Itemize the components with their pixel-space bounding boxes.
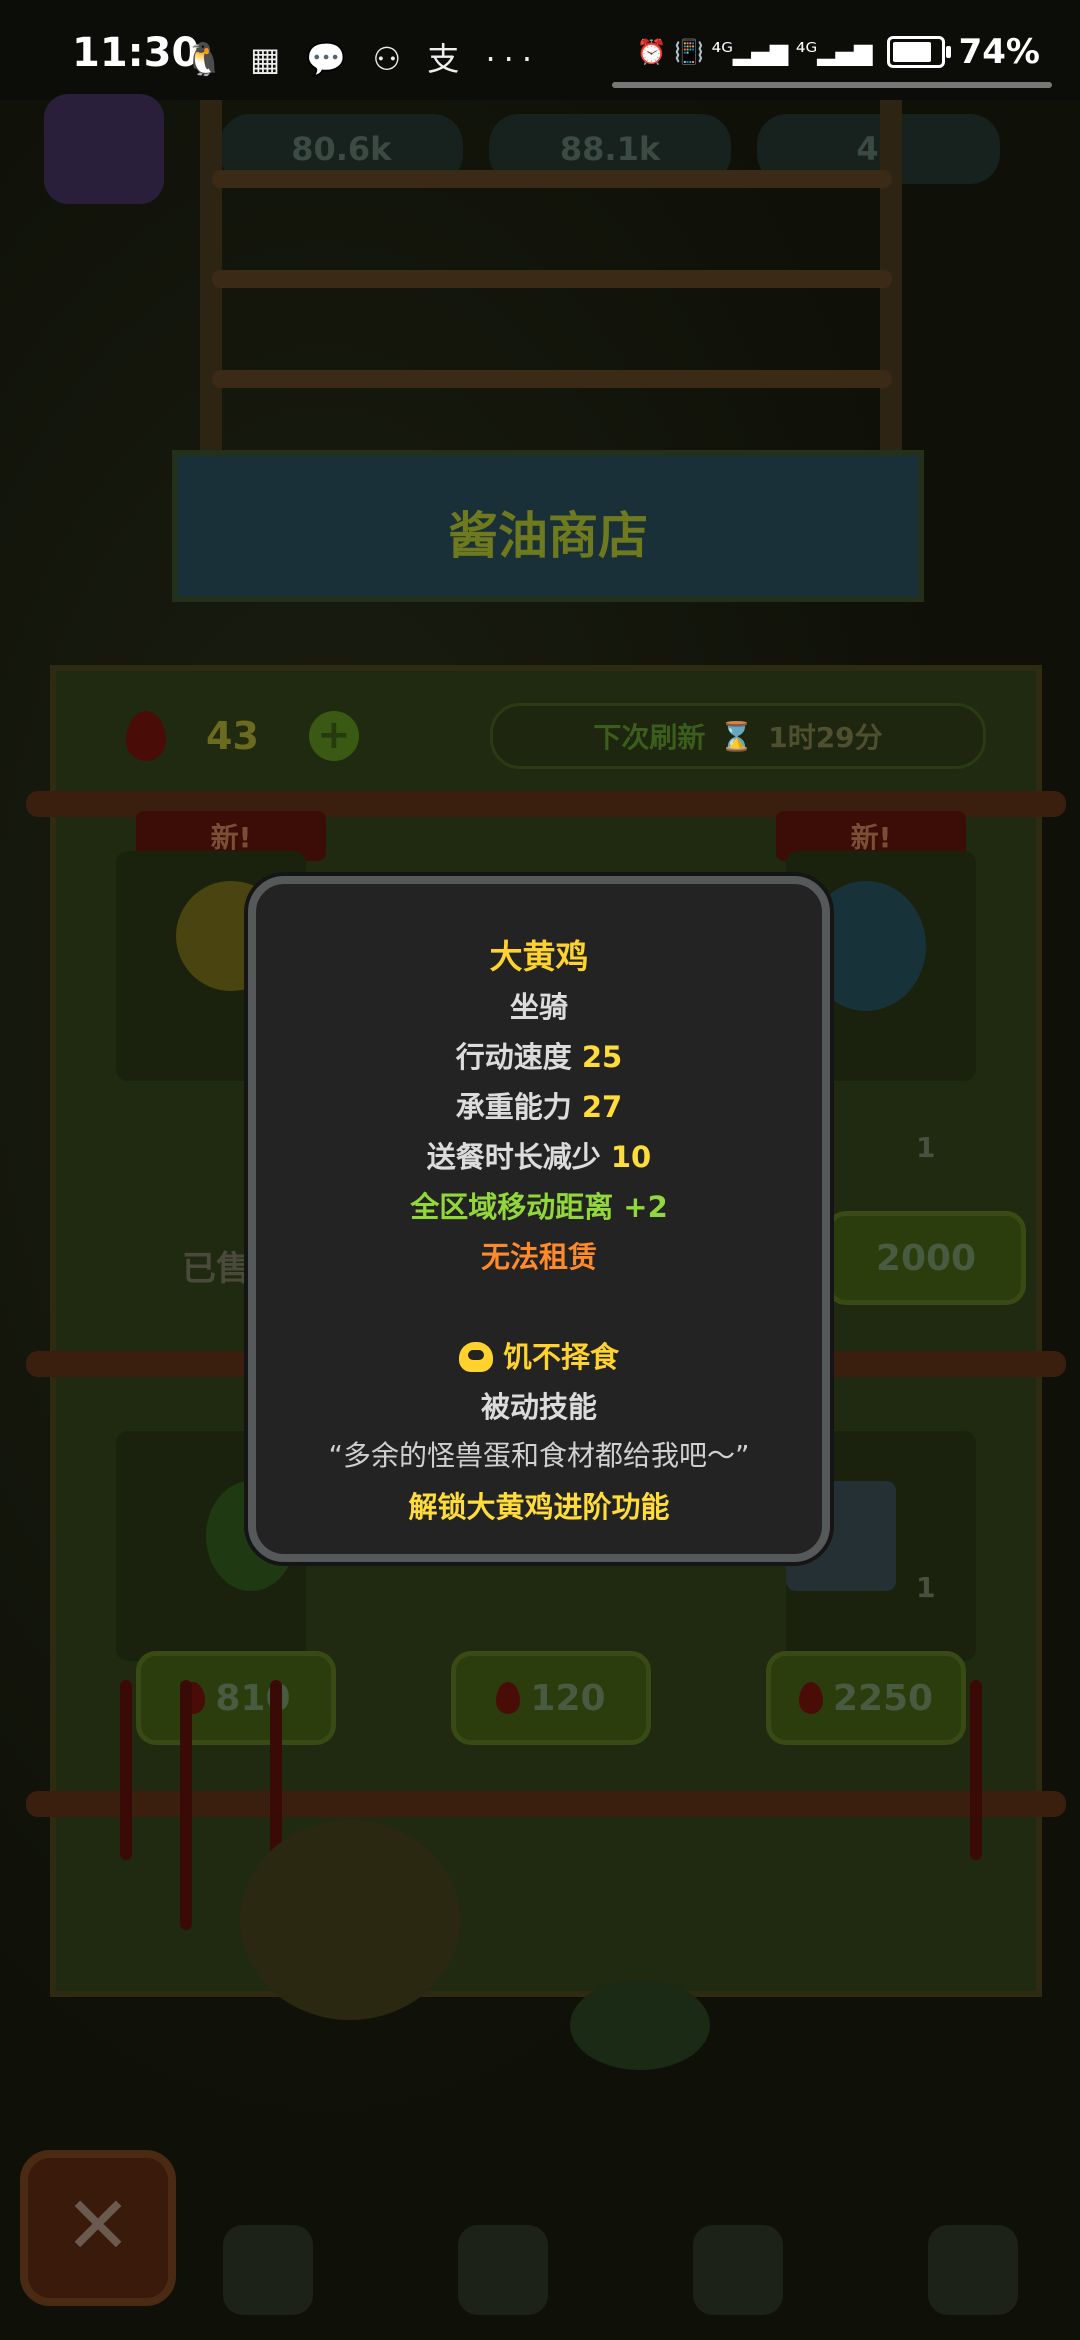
price-button-partial[interactable]: 2000 xyxy=(826,1211,1026,1305)
stat-delivery: 送餐时长减少 10 xyxy=(256,1134,822,1176)
skill-type: 被动技能 xyxy=(480,1390,597,1424)
price-value: 120 xyxy=(530,1677,606,1719)
sold-label: 已售 xyxy=(182,1249,250,1289)
signal-icons: ⏰ 📳 ⁴ᴳ▂▄▆ ⁴ᴳ▂▄▆ xyxy=(636,38,873,66)
green-creature xyxy=(570,1980,710,2070)
tassel-decoration xyxy=(180,1680,192,1930)
mount-info-tooltip: 大黄鸡 坐骑 行动速度 25 承重能力 27 送餐时长减少 10 全区域移动距离… xyxy=(248,876,830,1562)
tassel-decoration xyxy=(120,1680,132,1860)
ladder-rung xyxy=(212,270,892,288)
close-button[interactable]: ✕ xyxy=(20,2150,176,2306)
skill-name: 饥不择食 xyxy=(502,1340,619,1374)
shop-banner: 酱油商店 xyxy=(172,450,924,602)
refresh-time: 1时29分 xyxy=(768,721,883,754)
add-blood-button[interactable]: + xyxy=(308,711,359,761)
tassel-decoration xyxy=(970,1680,982,1860)
blood-drop-icon xyxy=(126,711,166,761)
mount-name: 大黄鸡 xyxy=(489,937,589,976)
stat-label: 送餐时长减少 xyxy=(426,1140,601,1174)
player-avatar[interactable] xyxy=(44,94,164,204)
blood-drop-icon xyxy=(496,1682,521,1714)
stat-label: 承重能力 xyxy=(455,1090,572,1124)
unlock-text: 解锁大黄鸡进阶功能 xyxy=(408,1490,670,1524)
top-indicator-bar xyxy=(612,82,1052,88)
bottom-nav xyxy=(180,2210,1060,2330)
notification-icons: 🐧 ▦ 💬 ⚇ 支 ··· xyxy=(184,40,540,78)
battery-percent: 74% xyxy=(958,32,1040,72)
price-button-3[interactable]: 2250 xyxy=(766,1651,966,1745)
price-value: 2250 xyxy=(832,1677,934,1719)
stat-label: 行动速度 xyxy=(455,1040,572,1074)
nav-chest-icon[interactable] xyxy=(222,2225,313,2315)
skill-quote: “多余的怪兽蛋和食材都给我吧～” xyxy=(328,1439,750,1472)
area-bonus: 全区域移动距离 +2 xyxy=(410,1190,668,1224)
refresh-timer: 下次刷新 ⌛ 1时29分 xyxy=(490,703,986,769)
blood-count: 43 xyxy=(206,714,259,758)
shop-currency-row: 43 + 下次刷新 ⌛ 1时29分 xyxy=(126,691,986,781)
stat-value: 27 xyxy=(581,1090,623,1124)
item-quantity: 1 xyxy=(916,1131,936,1164)
nav-book-icon[interactable] xyxy=(457,2225,548,2315)
skill-heading: 饥不择食 xyxy=(256,1334,822,1376)
ladder-rung xyxy=(212,370,892,388)
hourglass-icon: ⌛ xyxy=(719,719,755,753)
stat-value: 25 xyxy=(581,1040,623,1074)
stat-capacity: 承重能力 27 xyxy=(256,1084,822,1126)
status-bar: 11:30 🐧 ▦ 💬 ⚇ 支 ··· ⏰ 📳 ⁴ᴳ▂▄▆ ⁴ᴳ▂▄▆ 74% xyxy=(0,0,1080,100)
nav-bag-icon[interactable] xyxy=(692,2225,783,2315)
ladder-rung xyxy=(212,170,892,188)
nav-grid-icon[interactable] xyxy=(927,2225,1018,2315)
rent-status: 无法租赁 xyxy=(480,1240,597,1274)
system-indicators: ⏰ 📳 ⁴ᴳ▂▄▆ ⁴ᴳ▂▄▆ 74% xyxy=(637,32,1040,72)
item-quantity: 1 xyxy=(916,1571,936,1604)
stat-speed: 行动速度 25 xyxy=(256,1034,822,1076)
close-icon: ✕ xyxy=(64,2179,132,2272)
mount-type: 坐骑 xyxy=(509,990,568,1024)
shop-title: 酱油商店 xyxy=(448,507,648,565)
blood-drop-icon xyxy=(798,1682,823,1714)
kitchen-pot xyxy=(240,1820,460,2020)
status-time: 11:30 xyxy=(72,30,200,76)
price-button-2[interactable]: 120 xyxy=(451,1651,651,1745)
price-button-1[interactable]: 810 xyxy=(136,1651,336,1745)
stat-value: 10 xyxy=(610,1140,652,1174)
price-value: 2000 xyxy=(875,1237,977,1279)
stomach-icon xyxy=(458,1342,493,1372)
refresh-label: 下次刷新 xyxy=(593,721,706,754)
battery-icon xyxy=(886,36,951,68)
